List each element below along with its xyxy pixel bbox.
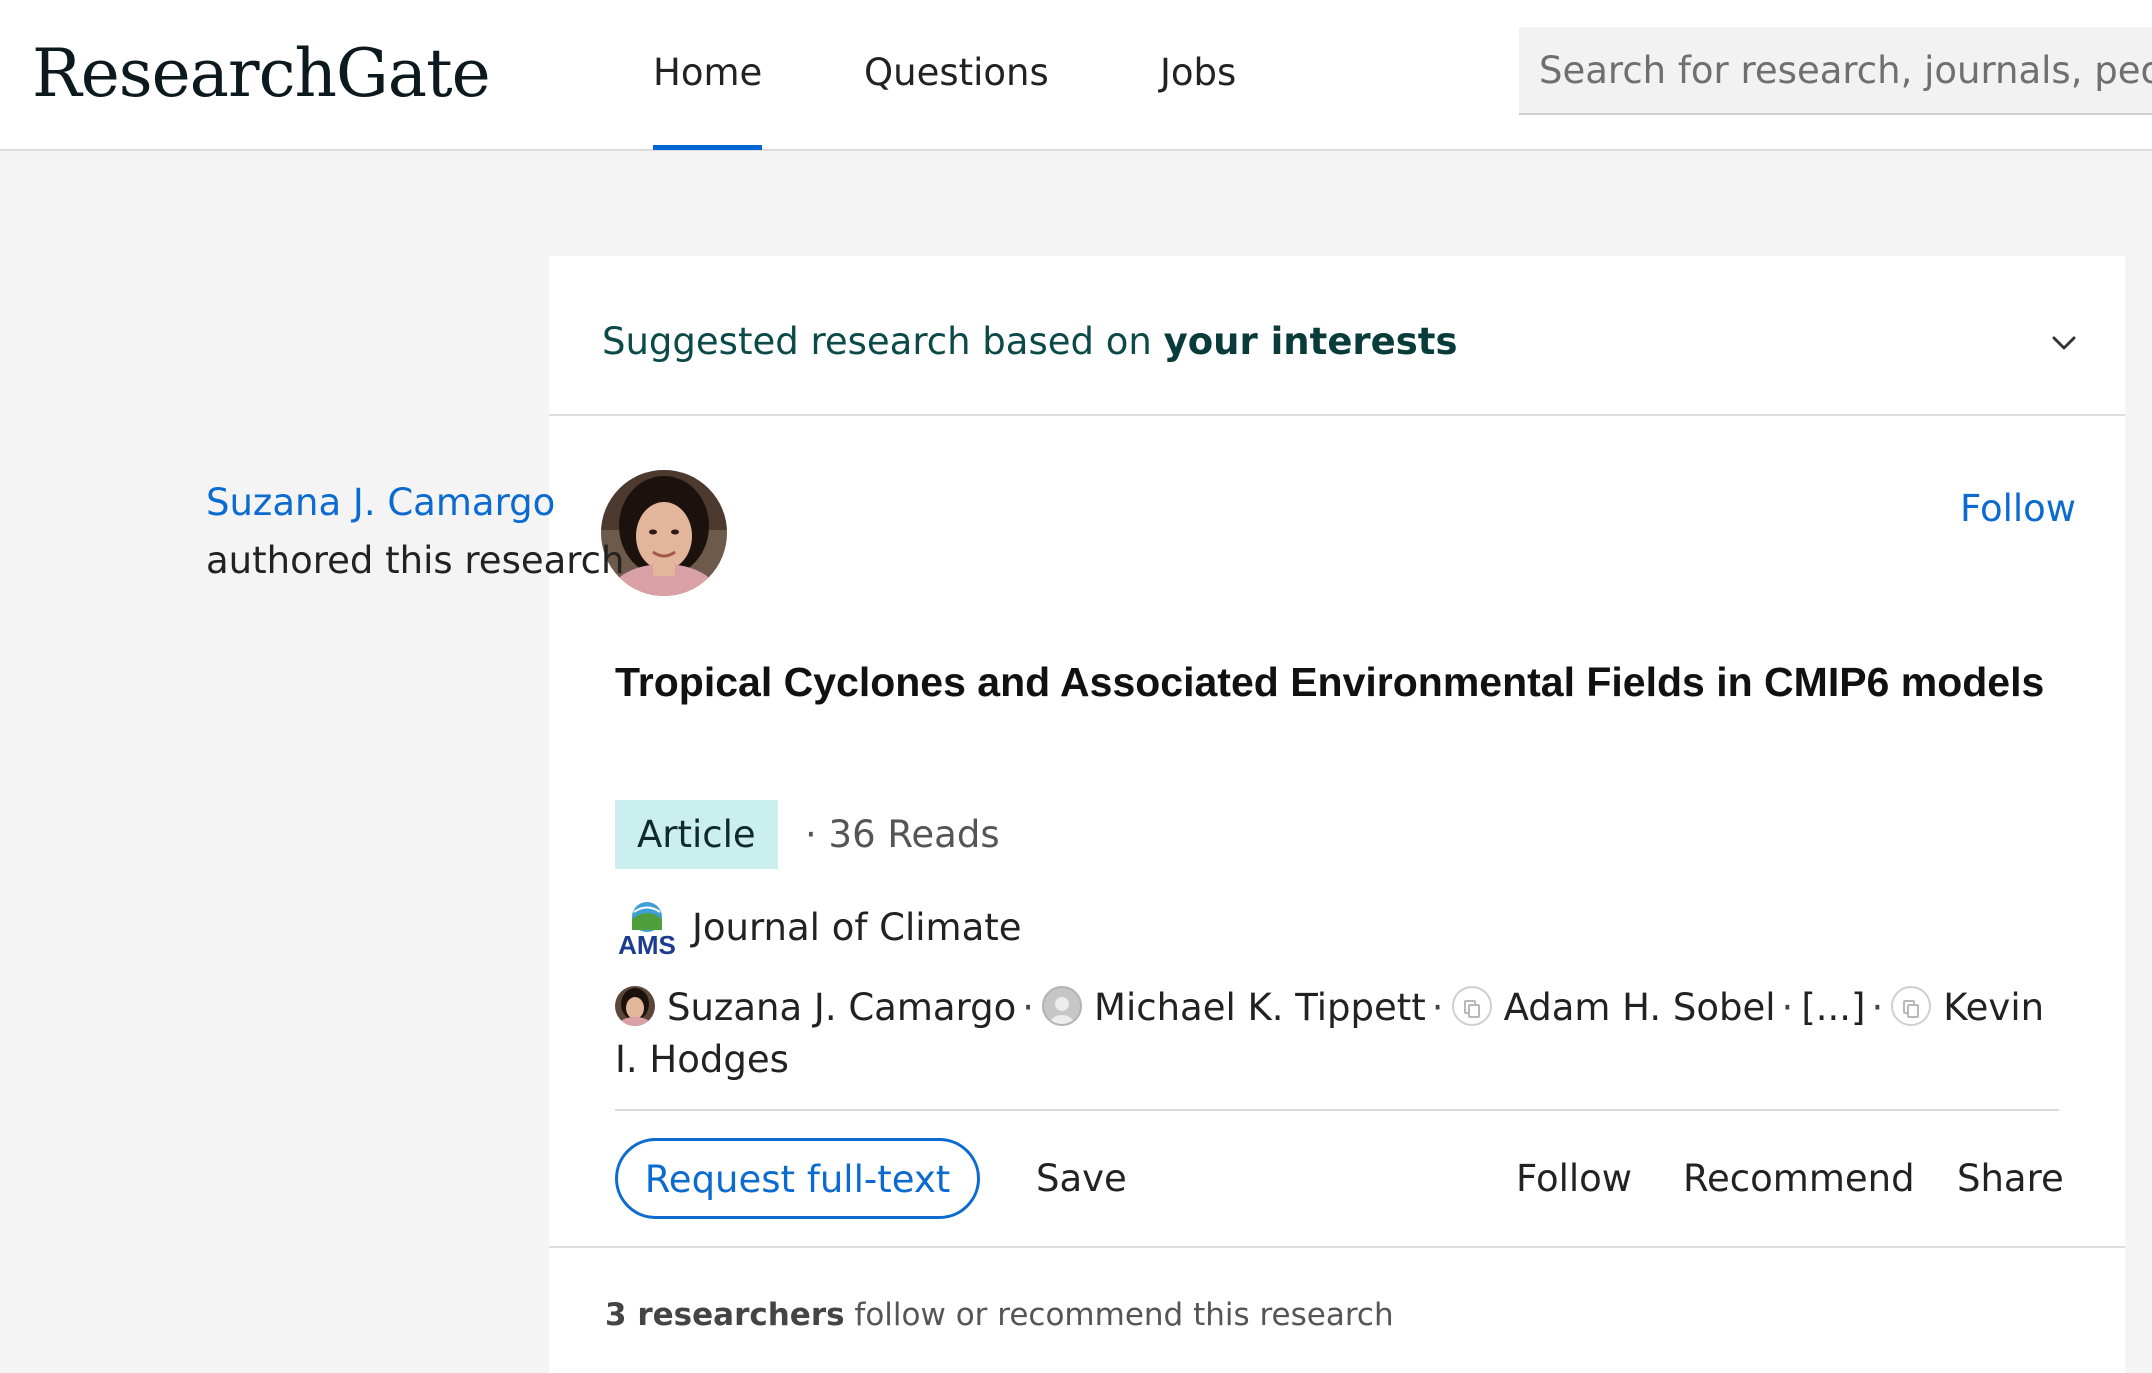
card-header-emphasis: your interests xyxy=(1163,320,1458,363)
tab-questions[interactable]: Questions xyxy=(864,48,1049,98)
author-link[interactable]: Michael K. Tippett xyxy=(1094,986,1426,1029)
more-authors-link[interactable]: [...] xyxy=(1801,986,1865,1029)
engagement-summary: 3 researchers follow or recommend this r… xyxy=(605,1290,1394,1340)
save-button[interactable]: Save xyxy=(1036,1152,1127,1206)
card-header-title: Suggested research based on your interes… xyxy=(602,312,1458,372)
journal-name[interactable]: Journal of Climate xyxy=(692,900,1022,956)
recommend-button[interactable]: Recommend xyxy=(1683,1152,1915,1206)
research-title[interactable]: Tropical Cyclones and Associated Environ… xyxy=(615,651,2055,714)
card-header: Suggested research based on your interes… xyxy=(549,256,2125,416)
follow-research-button[interactable]: Follow xyxy=(1516,1152,1632,1206)
chevron-down-icon[interactable] xyxy=(2039,318,2089,368)
search-input[interactable] xyxy=(1519,27,2152,113)
top-navigation: ResearchGate Home Questions Jobs xyxy=(0,0,2152,151)
ams-logo-text: AMS xyxy=(618,930,676,956)
author-separator: · xyxy=(1022,986,1035,1029)
tab-jobs[interactable]: Jobs xyxy=(1160,48,1236,98)
unverified-author-icon xyxy=(1451,986,1492,1026)
author-action-text: authored this research xyxy=(206,539,625,582)
share-button[interactable]: Share xyxy=(1957,1152,2064,1206)
author-avatar-small xyxy=(615,986,655,1026)
request-full-text-button[interactable]: Request full-text xyxy=(615,1138,980,1219)
author-separator: · xyxy=(1781,986,1794,1029)
engagement-count[interactable]: 3 researchers xyxy=(605,1297,845,1333)
divider xyxy=(615,1109,2059,1111)
engagement-text: follow or recommend this research xyxy=(844,1297,1394,1333)
author-separator: · xyxy=(1871,986,1884,1029)
user-placeholder-icon xyxy=(1042,986,1083,1026)
logo[interactable]: ResearchGate xyxy=(32,34,491,114)
follow-author-button[interactable]: Follow xyxy=(1960,484,2076,534)
search-box xyxy=(1519,27,2152,115)
tab-home[interactable]: Home xyxy=(653,48,763,150)
author-list: Suzana J. Camargo · Michael K. Tippett · A… xyxy=(615,982,2065,1086)
unverified-author-icon xyxy=(1891,986,1932,1026)
author-link[interactable]: Suzana J. Camargo xyxy=(667,986,1016,1029)
card-header-prefix: Suggested research based on xyxy=(602,320,1164,363)
author-name-link[interactable]: Suzana J. Camargo xyxy=(206,478,555,528)
author-separator: · xyxy=(1431,986,1444,1029)
type-badge: Article xyxy=(615,800,778,869)
ams-logo-icon: AMS xyxy=(618,902,676,956)
divider xyxy=(549,1246,2125,1248)
author-link[interactable]: Adam H. Sobel xyxy=(1504,986,1776,1029)
reads-count: · 36 Reads xyxy=(805,813,1000,856)
